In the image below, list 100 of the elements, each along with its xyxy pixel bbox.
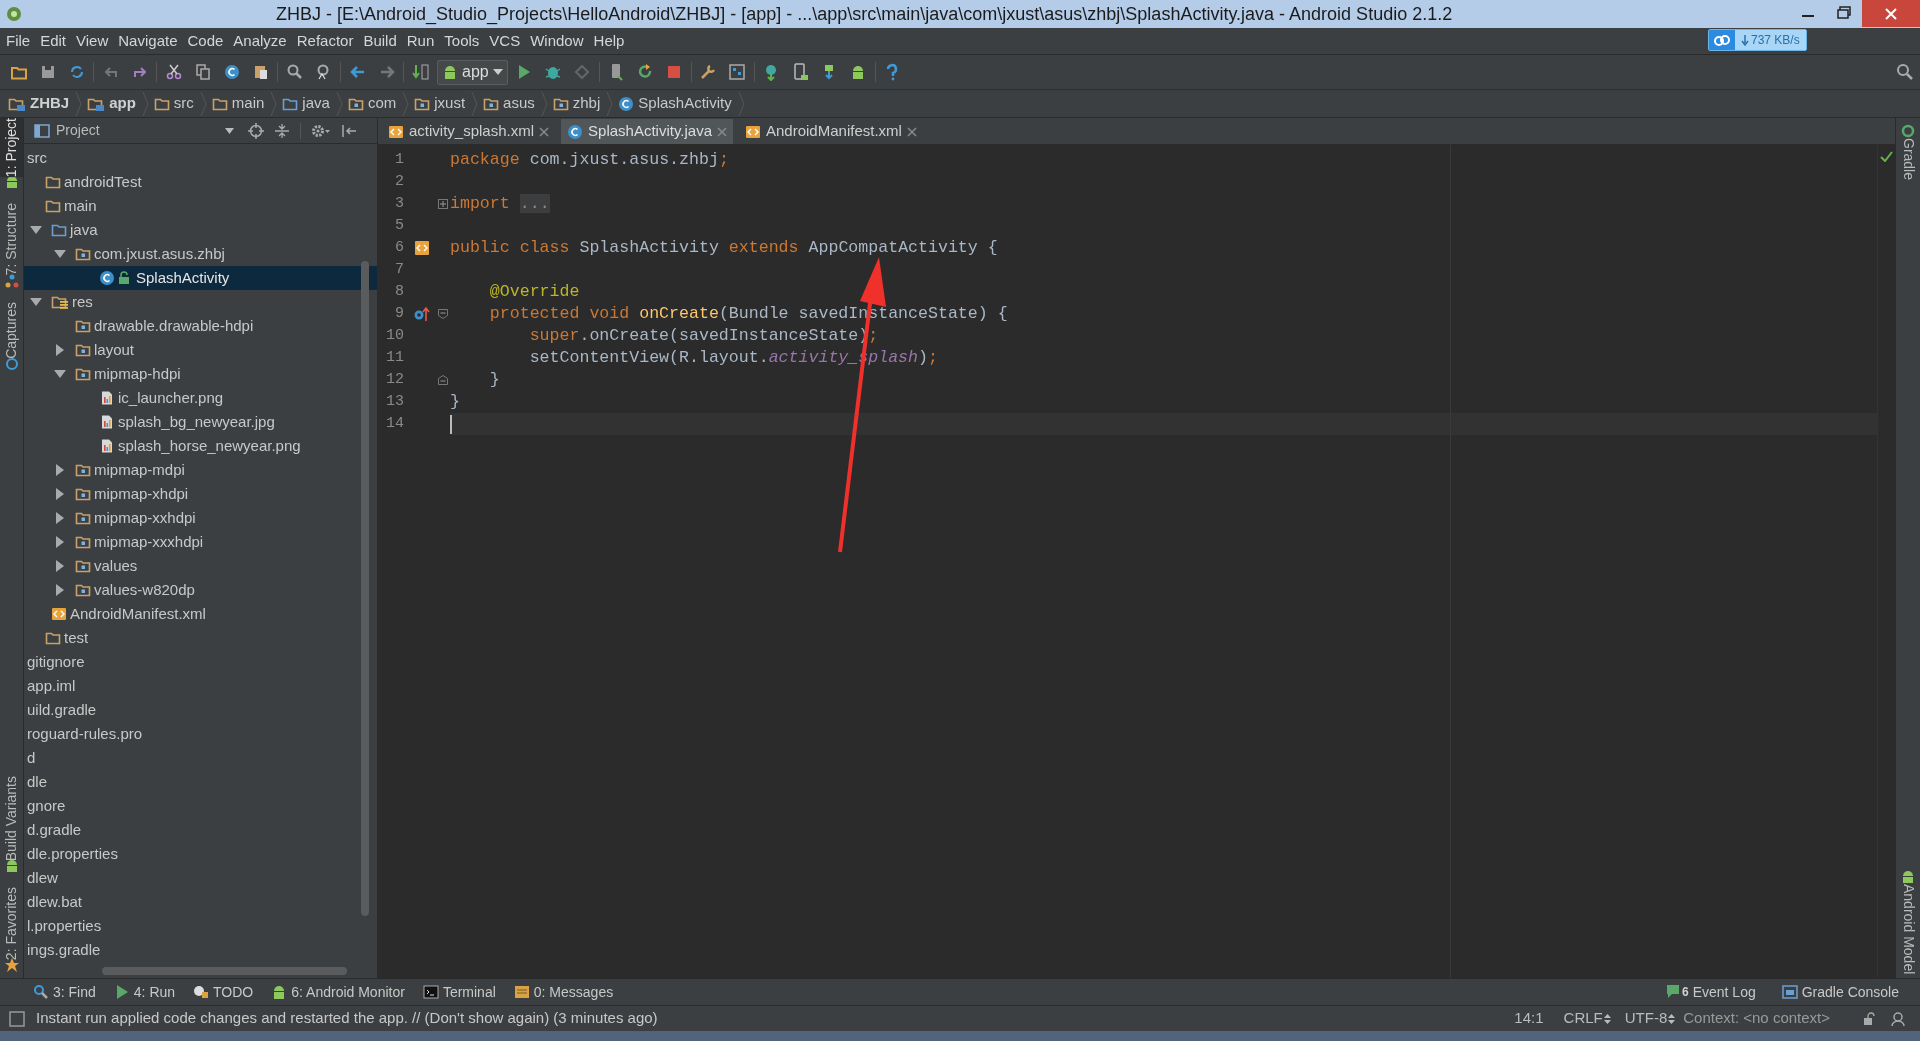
breadcrumb-item[interactable]: src xyxy=(153,90,200,117)
tree-item[interactable]: d.gradle xyxy=(24,818,377,842)
tool-window-button[interactable]: 3: Find xyxy=(24,979,105,1005)
breadcrumb-item[interactable]: com xyxy=(347,90,403,117)
expanded-arrow-icon[interactable] xyxy=(30,224,42,236)
tool-window-button[interactable]: 2: Favorites xyxy=(0,886,23,960)
tool-window-button[interactable]: Captures xyxy=(0,301,23,359)
override-icon[interactable] xyxy=(414,306,430,322)
breadcrumb-item[interactable]: java xyxy=(282,90,336,117)
close-icon[interactable] xyxy=(539,126,550,137)
menu-item[interactable]: Window xyxy=(525,28,589,54)
project-structure-icon[interactable] xyxy=(728,63,747,81)
tree-item[interactable]: com.jxust.asus.zhbj xyxy=(24,242,377,266)
breadcrumb-item[interactable]: SplashActivity xyxy=(618,90,738,117)
breadcrumb-item[interactable]: app xyxy=(87,90,142,117)
tree-item[interactable]: res xyxy=(24,290,377,314)
tree-item[interactable]: drawable.drawable-hdpi xyxy=(24,314,377,338)
project-view-dropdown[interactable]: Project xyxy=(34,120,234,141)
collapse-fold-icon[interactable] xyxy=(438,309,448,319)
encoding-selector[interactable]: UTF-8 xyxy=(1624,1007,1676,1030)
horizontal-scrollbar[interactable] xyxy=(102,967,347,975)
tree-item[interactable]: dle xyxy=(24,770,377,794)
tree-item[interactable]: java xyxy=(24,218,377,242)
tool-windows-toggle-icon[interactable] xyxy=(9,1010,25,1027)
tool-window-button[interactable]: 0: Messages xyxy=(504,979,623,1005)
vertical-scrollbar[interactable] xyxy=(361,261,369,916)
collapsed-arrow-icon[interactable] xyxy=(54,536,66,548)
search-icon[interactable] xyxy=(1896,63,1914,81)
search-icon[interactable] xyxy=(285,63,304,81)
menu-item[interactable]: Run xyxy=(401,28,440,54)
menu-item[interactable]: Navigate xyxy=(113,28,183,54)
network-speed-widget[interactable]: 737 KB/s xyxy=(1708,29,1807,51)
make-project-icon[interactable] xyxy=(411,63,430,81)
tree-item[interactable]: dle.properties xyxy=(24,842,377,866)
menu-item[interactable]: Code xyxy=(182,28,229,54)
tree-item[interactable]: mipmap-hdpi xyxy=(24,362,377,386)
layout-file-icon[interactable] xyxy=(414,240,430,256)
tree-item[interactable]: mipmap-mdpi xyxy=(24,458,377,482)
collapsed-arrow-icon[interactable] xyxy=(54,560,66,572)
gear-icon[interactable] xyxy=(311,122,331,139)
tree-item[interactable]: mipmap-xxxhdpi xyxy=(24,530,377,554)
tree-item[interactable]: splash_horse_newyear.png xyxy=(24,434,377,458)
copy-icon[interactable] xyxy=(193,63,212,81)
tree-item[interactable]: dlew.bat xyxy=(24,890,377,914)
tree-item[interactable]: l.properties xyxy=(24,914,377,938)
tree-item[interactable]: d xyxy=(24,746,377,770)
menu-item[interactable]: VCS xyxy=(484,28,526,54)
expanded-arrow-icon[interactable] xyxy=(54,248,66,260)
expanded-arrow-icon[interactable] xyxy=(30,296,42,308)
lock-icon[interactable] xyxy=(1862,1011,1876,1026)
tree-item[interactable]: roguard-rules.pro xyxy=(24,722,377,746)
cursor-position[interactable]: 14:1 xyxy=(1514,1007,1544,1030)
menu-item[interactable]: Edit xyxy=(35,28,72,54)
tree-item[interactable]: gitignore xyxy=(24,650,377,674)
close-button[interactable] xyxy=(1862,0,1920,27)
tree-item[interactable]: mipmap-xhdpi xyxy=(24,482,377,506)
breadcrumb-item[interactable]: ZHBJ xyxy=(8,90,76,117)
editor-tab[interactable]: activity_splash.xml xyxy=(382,119,556,144)
breadcrumb-item[interactable]: asus xyxy=(483,90,541,117)
tree-item[interactable]: values-w820dp xyxy=(24,578,377,602)
tree-item[interactable]: gnore xyxy=(24,794,377,818)
collapsed-arrow-icon[interactable] xyxy=(54,464,66,476)
wrench-icon[interactable] xyxy=(699,63,718,81)
tree-item[interactable]: SplashActivity xyxy=(24,266,377,290)
collapsed-arrow-icon[interactable] xyxy=(54,488,66,500)
tree-item[interactable]: ings.gradle xyxy=(24,938,377,962)
tree-item[interactable]: mipmap-xxhdpi xyxy=(24,506,377,530)
tool-window-button[interactable]: Build Variants xyxy=(0,775,23,861)
crosshair-icon[interactable] xyxy=(248,122,264,139)
menu-item[interactable]: Tools xyxy=(439,28,485,54)
tree-item[interactable]: src xyxy=(24,146,377,170)
editor-tab[interactable]: SplashActivity.java xyxy=(561,119,733,144)
line-separator-selector[interactable]: CRLF xyxy=(1563,1007,1611,1030)
tree-item[interactable]: ic_launcher.png xyxy=(24,386,377,410)
inspector-icon[interactable] xyxy=(1890,1010,1906,1027)
expand-fold-icon[interactable] xyxy=(438,199,448,209)
tool-window-button[interactable]: 6 Event Log xyxy=(1656,979,1765,1005)
close-icon[interactable] xyxy=(906,126,917,137)
menu-item[interactable]: Build xyxy=(358,28,402,54)
scissors-icon[interactable] xyxy=(164,63,183,81)
editor-tab[interactable]: AndroidManifest.xml xyxy=(739,119,923,144)
tree-item[interactable]: AndroidManifest.xml xyxy=(24,602,377,626)
copy-reference-icon[interactable] xyxy=(222,63,241,81)
tree-item[interactable]: values xyxy=(24,554,377,578)
collapsed-arrow-icon[interactable] xyxy=(54,512,66,524)
breadcrumb-item[interactable]: jxust xyxy=(414,90,472,117)
menu-item[interactable]: Analyze xyxy=(228,28,292,54)
tool-window-button[interactable]: 1: Project xyxy=(0,118,23,178)
menu-item[interactable]: File xyxy=(1,28,36,54)
tool-window-button[interactable]: 6: Android Monitor xyxy=(262,979,414,1005)
tool-window-button[interactable]: Android Model xyxy=(1896,883,1920,974)
tool-window-button[interactable]: TODO xyxy=(184,979,263,1005)
tool-window-button[interactable]: 4: Run xyxy=(104,979,185,1005)
tool-window-button[interactable]: Gradle Console xyxy=(1772,979,1908,1005)
tree-item[interactable]: app.iml xyxy=(24,674,377,698)
tree-item[interactable]: dlew xyxy=(24,866,377,890)
menu-item[interactable]: Refactor xyxy=(291,28,359,54)
tool-window-button[interactable]: 7: Structure xyxy=(0,203,23,276)
expanded-arrow-icon[interactable] xyxy=(54,368,66,380)
tree-item[interactable]: layout xyxy=(24,338,377,362)
